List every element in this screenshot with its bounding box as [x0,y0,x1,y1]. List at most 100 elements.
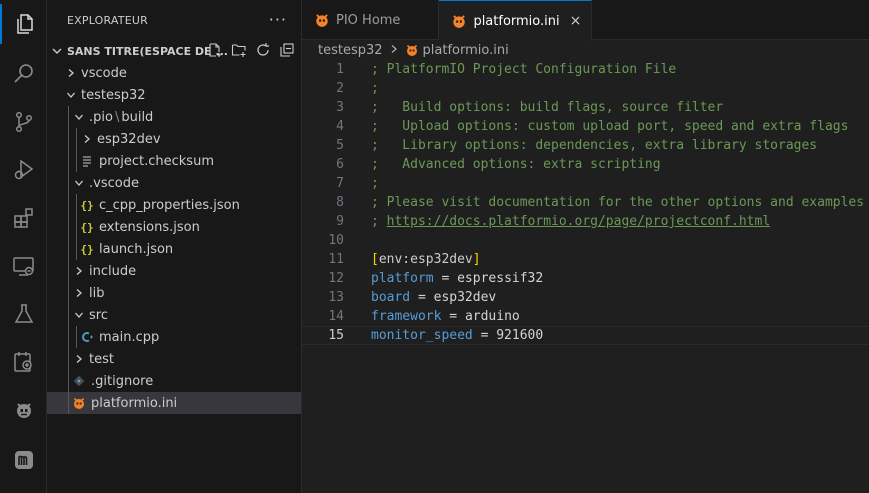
run-debug-icon[interactable] [0,150,47,190]
chevron-down-icon [71,109,87,125]
line-number: 1 [336,62,344,77]
refresh-icon[interactable] [255,42,271,58]
chevron-right-icon [71,285,87,301]
tree-item-esp32dev[interactable]: esp32dev [47,128,301,150]
indent-guide [76,128,77,150]
platformio-icon [405,43,419,57]
breadcrumb-folder[interactable]: testesp32 [318,43,383,58]
code-line: 1 ; PlatformIO Project Configuration File [302,60,869,79]
config-operator: = [433,271,458,286]
code-line: 2; [302,79,869,98]
tree-item-label: testesp32 [81,87,146,103]
indent-guide [68,304,69,326]
tree-item-main-cpp[interactable]: main.cpp [47,326,301,348]
tree-item-label: .pio [89,109,113,125]
config-key: platform [371,271,434,286]
code-line: 14 framework = arduino [302,307,869,326]
line-number: 12 [328,271,344,286]
comment-text: ; Library options: dependencies, extra l… [371,138,818,153]
config-value: 921600 [496,328,544,343]
code-line: 3 ; Build options: build flags, source fi… [302,98,869,117]
tree-item-include[interactable]: include [47,260,301,282]
remote-explorer-icon[interactable] [0,246,47,286]
code-line: 5 ; Library options: dependencies, extra … [302,136,869,155]
tree-item-c-cpp-properties[interactable]: {} c_cpp_properties.json [47,194,301,216]
indent-guide [76,326,77,348]
line-number: 9 [336,214,344,229]
tree-item-label: extensions.json [99,219,200,235]
tree-item-vscode[interactable]: vscode [47,62,301,84]
search-icon[interactable] [0,54,47,94]
indent-guide [68,194,69,216]
breadcrumb-file[interactable]: platformio.ini [423,43,509,58]
m-extension-icon[interactable] [0,440,47,480]
line-number: 2 [336,81,344,96]
line-number: 6 [336,157,344,172]
section-bracket-close: ] [472,252,481,267]
tree-item-label: main.cpp [99,329,160,345]
indent-guide [68,150,69,172]
config-key: monitor_speed [371,328,473,343]
code-editor[interactable]: 1 ; PlatformIO Project Configuration File… [302,60,869,345]
line-number: 8 [336,195,344,210]
config-value: arduino [464,309,520,324]
tree-item-label: esp32dev [97,131,161,147]
config-operator: = [472,328,497,343]
tree-item-platformio-ini[interactable]: platformio.ini [47,392,301,414]
line-number: 13 [328,290,344,305]
chevron-right-icon [79,131,95,147]
new-folder-icon[interactable] [231,42,247,58]
platformio-icon [451,13,467,29]
breadcrumb: testesp32 platformio.ini [302,40,869,60]
tree-item-src[interactable]: src [47,304,301,326]
docs-link[interactable]: https://docs.platformio.org/page/project… [387,214,771,229]
explorer-icon[interactable] [0,4,47,44]
tab-pio-home[interactable]: PIO Home [302,0,440,40]
tree-item-label: c_cpp_properties.json [99,197,240,213]
platformio-icon[interactable] [0,390,47,430]
config-operator: = [441,309,465,324]
chevron-down-icon [63,87,79,103]
close-icon[interactable]: × [570,13,582,29]
chevron-right-icon [71,351,87,367]
tree-item-label: src [89,307,108,323]
more-actions-button[interactable]: ··· [269,10,287,29]
new-file-icon[interactable] [207,42,223,58]
chevron-right-icon [71,263,87,279]
tab-label: PIO Home [336,12,401,28]
indent-guide [76,238,77,260]
explorer-sidebar: EXPLORATEUR ··· SANS TITRE(ESPACE DE ...… [47,0,302,493]
tree-item-extensions-json[interactable]: {} extensions.json [47,216,301,238]
tree-item-label: .vscode [89,175,139,191]
json-icon: {} [80,242,94,256]
tree-item-launch-json[interactable]: {} launch.json [47,238,301,260]
platformio-file-icon [71,395,87,411]
indent-guide [68,348,69,370]
collapse-all-icon[interactable] [279,42,295,58]
tree-item-gitignore[interactable]: .gitignore [47,370,301,392]
indent-guide [68,238,69,260]
tab-platformio-ini[interactable]: platformio.ini × [439,0,593,41]
tree-item-pio-build[interactable]: .pio \ build [47,106,301,128]
comment-text: ; Advanced options: extra scripting [371,157,661,172]
tree-item-dot-vscode[interactable]: .vscode [47,172,301,194]
testing-icon[interactable] [0,294,47,334]
tree-item-testesp32[interactable]: testesp32 [47,84,301,106]
extensions-icon[interactable] [0,198,47,238]
comment-text: ; [371,176,379,191]
indent-guide [68,106,69,128]
indent-guide [68,128,69,150]
source-control-icon[interactable] [0,102,47,142]
workspace-header[interactable]: SANS TITRE(ESPACE DE ... [47,40,301,62]
comment-text: ; [371,81,379,96]
indent-guide [68,260,69,282]
tree-item-test[interactable]: test [47,348,301,370]
tree-item-project-checksum[interactable]: project.checksum [47,150,301,172]
section-bracket-open: [ [371,252,379,267]
code-line: 9; https://docs.platformio.org/page/proj… [302,212,869,231]
section-name: env:esp32dev [378,252,473,267]
unknown-extension-icon[interactable] [0,342,47,382]
activity-bar [0,0,47,493]
editor-area: PIO Home platformio.ini × testesp32 plat… [302,0,869,493]
tree-item-lib[interactable]: lib [47,282,301,304]
